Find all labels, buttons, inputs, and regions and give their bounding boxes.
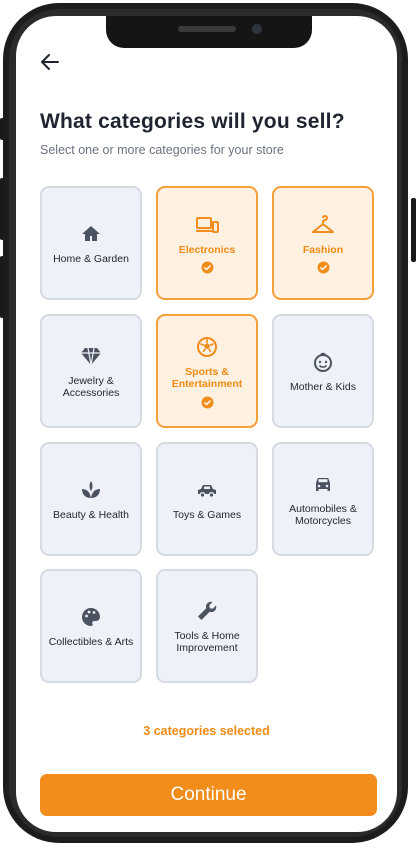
hanger-icon: [310, 212, 336, 238]
power-button: [411, 198, 416, 262]
category-label: Sports & Entertainment: [171, 365, 243, 391]
category-label: Tools & Home Improvement: [174, 629, 240, 655]
palette-icon: [78, 604, 104, 630]
mute-switch: [0, 118, 4, 140]
category-label: Home & Garden: [53, 252, 129, 265]
category-tile[interactable]: Automobiles & Motorcycles: [272, 442, 374, 556]
category-tile[interactable]: Mother & Kids: [272, 314, 374, 428]
check-circle-icon: [201, 396, 214, 409]
category-tile[interactable]: Electronics: [156, 186, 258, 300]
category-tile[interactable]: Home & Garden: [40, 186, 142, 300]
devices-icon: [194, 212, 220, 238]
category-tile[interactable]: Sports & Entertainment: [156, 314, 258, 428]
category-tile[interactable]: Tools & Home Improvement: [156, 569, 258, 683]
volume-up-button: [0, 178, 4, 240]
category-label: Mother & Kids: [290, 380, 356, 393]
arrow-left-icon: [41, 54, 59, 70]
category-tile[interactable]: Fashion: [272, 186, 374, 300]
category-label: Fashion: [302, 243, 344, 256]
toy-car-icon: [194, 477, 220, 503]
earpiece-speaker: [178, 26, 236, 32]
category-tile[interactable]: Toys & Games: [156, 442, 258, 556]
baby-face-icon: [310, 349, 336, 375]
home-icon: [78, 221, 104, 247]
app-screen: What categories will you sell? Select on…: [16, 16, 397, 832]
category-tile[interactable]: Jewelry & Accessories: [40, 314, 142, 428]
category-label: Collectibles & Arts: [48, 635, 134, 648]
phone-frame: What categories will you sell? Select on…: [0, 0, 417, 848]
category-label: Electronics: [178, 243, 236, 256]
category-label: Beauty & Health: [53, 508, 129, 521]
page-subtitle: Select one or more categories for your s…: [40, 143, 284, 157]
category-tile[interactable]: Beauty & Health: [40, 442, 142, 556]
continue-button[interactable]: Continue: [40, 774, 377, 816]
volume-down-button: [0, 256, 4, 318]
selected-count: 3 categories selected: [143, 724, 270, 738]
diamond-icon: [78, 343, 104, 369]
check-circle-icon: [317, 261, 330, 274]
spa-icon: [78, 477, 104, 503]
back-button[interactable]: [38, 50, 62, 74]
wrench-icon: [194, 598, 220, 624]
category-label: Automobiles & Motorcycles: [289, 502, 357, 528]
soccer-ball-icon: [194, 334, 220, 360]
category-label: Jewelry & Accessories: [62, 374, 120, 400]
category-label: Toys & Games: [172, 508, 242, 521]
notch: [106, 16, 312, 48]
check-circle-icon: [201, 261, 214, 274]
front-camera: [252, 24, 262, 34]
page-title: What categories will you sell?: [40, 110, 345, 133]
category-tile[interactable]: Collectibles & Arts: [40, 569, 142, 683]
car-icon: [310, 471, 336, 497]
